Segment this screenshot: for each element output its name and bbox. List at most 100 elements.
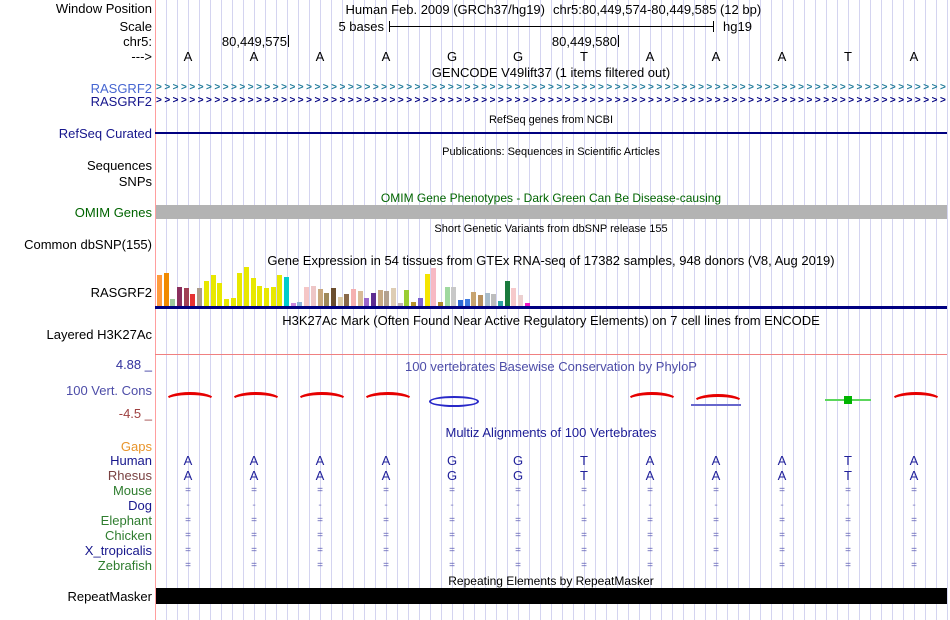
gencode-transcript-arrows[interactable]: >>>>>>>>>>>>>>>>>>>>>>>>>>>>>>>>>>>>>>>>…	[156, 95, 947, 107]
gtex-tissue-bar[interactable]	[417, 298, 423, 306]
gtex-tissue-bar[interactable]	[384, 291, 390, 306]
gtex-tissue-bar[interactable]	[404, 290, 410, 306]
gtex-tissue-bar[interactable]	[304, 287, 310, 306]
multiz-alignment-cell: -	[516, 500, 520, 511]
repeatmasker-bar[interactable]	[156, 588, 947, 604]
multiz-alignment-cell: =	[647, 545, 653, 556]
multiz-alignment-cell: =	[911, 485, 917, 496]
multiz-alignment-cell: =	[251, 560, 257, 571]
refseq-gene-line[interactable]	[155, 132, 947, 134]
gtex-tissue-bar[interactable]	[451, 287, 457, 306]
gtex-tissue-bar[interactable]	[250, 278, 256, 306]
gtex-tissue-bar[interactable]	[518, 295, 524, 306]
phylop-glyph-green-line-square[interactable]	[844, 396, 852, 404]
dbsnp-track-label[interactable]: Common dbSNP(155)	[24, 238, 152, 252]
gtex-tissue-bar[interactable]	[511, 288, 517, 306]
gtex-tissue-bar[interactable]	[478, 295, 483, 306]
gtex-tissue-bar[interactable]	[157, 275, 162, 306]
gtex-tissue-bar[interactable]	[491, 294, 497, 306]
multiz-alignment-cell: T	[580, 468, 588, 483]
omim-gene-bar[interactable]	[156, 205, 947, 219]
gtex-tissue-bar[interactable]	[284, 277, 290, 306]
gtex-tissue-bar[interactable]	[310, 286, 316, 306]
multiz-alignment-cell: A	[777, 453, 787, 468]
repeatmasker-label[interactable]: RepeatMasker	[67, 590, 152, 604]
omim-genes-label[interactable]: OMIM Genes	[75, 206, 152, 220]
coordinate-left: 80,449,575	[221, 34, 287, 49]
phylop-glyph-red-arc[interactable]	[297, 392, 347, 408]
gtex-tissue-bar[interactable]	[344, 294, 350, 306]
gtex-tissue-bar[interactable]	[270, 287, 276, 306]
gtex-tissue-bar[interactable]	[504, 281, 510, 306]
gtex-tissue-bar[interactable]	[484, 293, 490, 306]
h3k27ac-track-label[interactable]: Layered H3K27Ac	[46, 328, 152, 342]
gtex-expression-bars[interactable]	[157, 264, 532, 306]
phylop-track-label[interactable]: 100 Vert. Cons	[66, 384, 152, 398]
phylop-glyph-red-arc[interactable]	[363, 392, 413, 408]
gtex-tissue-bar[interactable]	[364, 298, 370, 306]
multiz-alignment-cell: =	[185, 485, 191, 496]
gtex-gene-label[interactable]: RASGRF2	[91, 286, 152, 300]
gtex-tissue-bar[interactable]	[170, 299, 176, 306]
gtex-tissue-bar[interactable]	[217, 283, 223, 306]
gtex-tissue-bar[interactable]	[377, 290, 383, 306]
gtex-tissue-bar[interactable]	[177, 287, 183, 306]
gtex-tissue-bar[interactable]	[444, 287, 450, 306]
snps-track-label[interactable]: SNPs	[119, 175, 152, 189]
gtex-tissue-bar[interactable]	[324, 293, 330, 306]
phylop-glyph-red-arc[interactable]	[627, 392, 677, 408]
gtex-tissue-bar[interactable]	[203, 281, 209, 306]
multiz-alignment-cell: A	[645, 468, 655, 483]
gtex-tissue-bar[interactable]	[464, 299, 470, 306]
multiz-alignment-cell: =	[317, 515, 323, 526]
gtex-tissue-bar[interactable]	[257, 286, 263, 306]
gencode-item-label[interactable]: RASGRF2	[91, 95, 152, 109]
phylop-glyph-red-arc-blue[interactable]	[691, 404, 741, 406]
gtex-tissue-bar[interactable]	[471, 292, 477, 306]
phylop-glyph-blue-lens[interactable]	[429, 396, 479, 407]
gtex-tissue-bar[interactable]	[237, 273, 243, 306]
gtex-tissue-bar[interactable]	[190, 294, 196, 306]
gtex-tissue-bar[interactable]	[337, 297, 343, 306]
gtex-tissue-bar[interactable]	[391, 288, 397, 306]
multiz-alignment-cell: =	[185, 560, 191, 571]
gtex-tissue-bar[interactable]	[277, 275, 283, 306]
multiz-alignment-cell: =	[185, 515, 191, 526]
gtex-tissue-bar[interactable]	[230, 298, 236, 306]
gridline	[947, 0, 948, 620]
multiz-alignment-cell: =	[713, 545, 719, 556]
phylop-glyph-red-arc[interactable]	[231, 392, 281, 408]
phylop-glyph-red-arc[interactable]	[891, 392, 941, 408]
multiz-alignment-cell: =	[845, 560, 851, 571]
gtex-tissue-bar[interactable]	[424, 274, 430, 306]
gencode-transcript-arrows[interactable]: >>>>>>>>>>>>>>>>>>>>>>>>>>>>>>>>>>>>>>>>…	[156, 82, 947, 94]
refseq-curated-label[interactable]: RefSeq Curated	[59, 127, 152, 141]
multiz-alignment-cell: A	[249, 468, 259, 483]
phylop-glyph-red-arc[interactable]	[165, 392, 215, 408]
phylop-track-title: 100 vertebrates Basewise Conservation by…	[405, 359, 697, 374]
multiz-alignment-cell: G	[446, 453, 458, 468]
gtex-tissue-bar[interactable]	[197, 288, 203, 306]
gtex-tissue-bar[interactable]	[243, 267, 249, 306]
gtex-tissue-bar[interactable]	[264, 288, 269, 306]
multiz-alignment-cell: G	[512, 453, 524, 468]
gtex-tissue-bar[interactable]	[163, 273, 169, 306]
sequences-track-label[interactable]: Sequences	[87, 159, 152, 173]
gtex-tissue-bar[interactable]	[223, 299, 229, 306]
multiz-alignment-cell: A	[249, 453, 259, 468]
gtex-tissue-bar[interactable]	[330, 288, 336, 306]
multiz-alignment-cell: -	[912, 500, 916, 511]
scale-bar-left-tick	[389, 21, 390, 32]
multiz-alignment-cell: =	[251, 515, 257, 526]
gtex-tissue-bar[interactable]	[210, 275, 216, 306]
multiz-species-label: X_tropicalis	[84, 543, 152, 558]
multiz-alignment-cell: =	[449, 560, 455, 571]
gtex-tissue-bar[interactable]	[350, 289, 356, 306]
gtex-tissue-bar[interactable]	[357, 291, 363, 306]
phylop-glyph-red-arc-blue[interactable]	[693, 394, 743, 410]
gtex-tissue-bar[interactable]	[317, 289, 323, 306]
h3k27ac-track-title: H3K27Ac Mark (Often Found Near Active Re…	[282, 313, 820, 328]
gtex-tissue-bar[interactable]	[431, 268, 437, 306]
gtex-tissue-bar[interactable]	[183, 288, 189, 306]
gtex-tissue-bar[interactable]	[371, 293, 376, 306]
